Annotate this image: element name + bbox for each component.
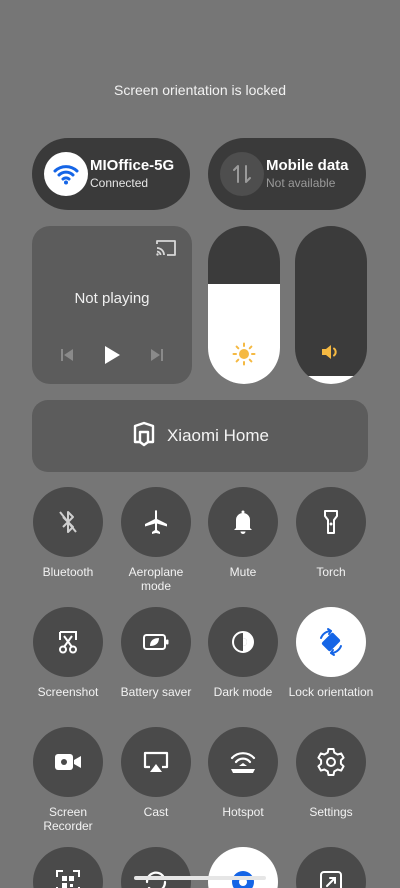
play-icon[interactable] xyxy=(102,344,122,371)
gear-icon xyxy=(296,727,366,797)
wifi-name: MIOffice-5G xyxy=(90,157,175,175)
dark-mode-icon xyxy=(208,607,278,677)
tile-label: Hotspot xyxy=(222,805,264,819)
sun-icon xyxy=(208,342,280,366)
scissors-icon xyxy=(33,607,103,677)
tile-label: Screenshot xyxy=(37,685,99,699)
expand-icon xyxy=(296,847,366,888)
tile-expand[interactable] xyxy=(288,847,374,888)
tile-label: Cast xyxy=(143,805,169,819)
screen-cast-icon xyxy=(121,727,191,797)
wifi-icon xyxy=(44,152,88,196)
tile-lock-orientation[interactable]: Lock orientation xyxy=(288,607,374,699)
volume-level xyxy=(295,376,367,384)
tile-screen-recorder[interactable]: Screen Recorder xyxy=(25,727,111,833)
speaker-icon xyxy=(295,342,367,362)
tile-label: Settings xyxy=(309,805,353,819)
orientation-toast: Screen orientation is locked xyxy=(114,82,286,98)
media-status: Not playing xyxy=(74,290,150,307)
battery-leaf-icon xyxy=(121,607,191,677)
qr-scan-icon xyxy=(33,847,103,888)
tile-label: Battery saver xyxy=(120,685,192,699)
tile-label: Aeroplane mode xyxy=(128,565,184,593)
tile-settings[interactable]: Settings xyxy=(288,727,374,819)
torch-icon xyxy=(296,487,366,557)
brightness-slider[interactable] xyxy=(208,226,280,384)
xiaomi-home-icon xyxy=(131,421,157,452)
tile-hotspot[interactable]: Hotspot xyxy=(200,727,286,819)
rotation-lock-icon xyxy=(296,607,366,677)
tile-label: Screen Recorder xyxy=(43,805,93,833)
mobile-data-toggle[interactable]: Mobile data Not available xyxy=(208,138,366,210)
tile-auto-rotate[interactable] xyxy=(113,847,199,888)
cast-icon[interactable] xyxy=(154,238,178,263)
wifi-toggle[interactable]: MIOffice-5G Connected xyxy=(32,138,190,210)
airplane-icon xyxy=(121,487,191,557)
tile-bluetooth[interactable]: Bluetooth xyxy=(25,487,111,579)
tile-label: Lock orientation xyxy=(288,685,374,699)
tile-mute[interactable]: Mute xyxy=(200,487,286,579)
xiaomi-home-label: Xiaomi Home xyxy=(166,426,270,445)
next-track-icon[interactable] xyxy=(149,347,165,368)
tile-dark-mode[interactable]: Dark mode xyxy=(200,607,286,699)
mobile-data-name: Mobile data xyxy=(266,157,349,175)
tile-torch[interactable]: Torch xyxy=(288,487,374,579)
location-icon xyxy=(208,847,278,888)
video-camera-icon xyxy=(33,727,103,797)
tile-cast[interactable]: Cast xyxy=(113,727,199,819)
tile-aeroplane-mode[interactable]: Aeroplane mode xyxy=(113,487,199,593)
bluetooth-icon xyxy=(33,487,103,557)
tile-label: Mute xyxy=(229,565,257,579)
tile-label: Torch xyxy=(316,565,346,579)
hotspot-icon xyxy=(208,727,278,797)
xiaomi-home-button[interactable]: Xiaomi Home xyxy=(32,400,368,472)
brightness-level xyxy=(208,284,280,384)
wifi-status: Connected xyxy=(90,175,149,190)
tile-label: Bluetooth xyxy=(42,565,94,579)
sync-icon xyxy=(121,847,191,888)
tile-screenshot[interactable]: Screenshot xyxy=(25,607,111,699)
tile-label: Dark mode xyxy=(213,685,273,699)
volume-slider[interactable] xyxy=(295,226,367,384)
bell-icon xyxy=(208,487,278,557)
home-indicator[interactable] xyxy=(134,876,266,880)
mobile-data-icon xyxy=(220,152,264,196)
media-player[interactable]: Not playing xyxy=(32,226,192,384)
previous-track-icon[interactable] xyxy=(59,347,75,368)
tile-location[interactable] xyxy=(200,847,286,888)
tile-battery-saver[interactable]: Battery saver xyxy=(113,607,199,699)
tile-qr-scanner[interactable] xyxy=(25,847,111,888)
mobile-data-status: Not available xyxy=(266,175,336,190)
